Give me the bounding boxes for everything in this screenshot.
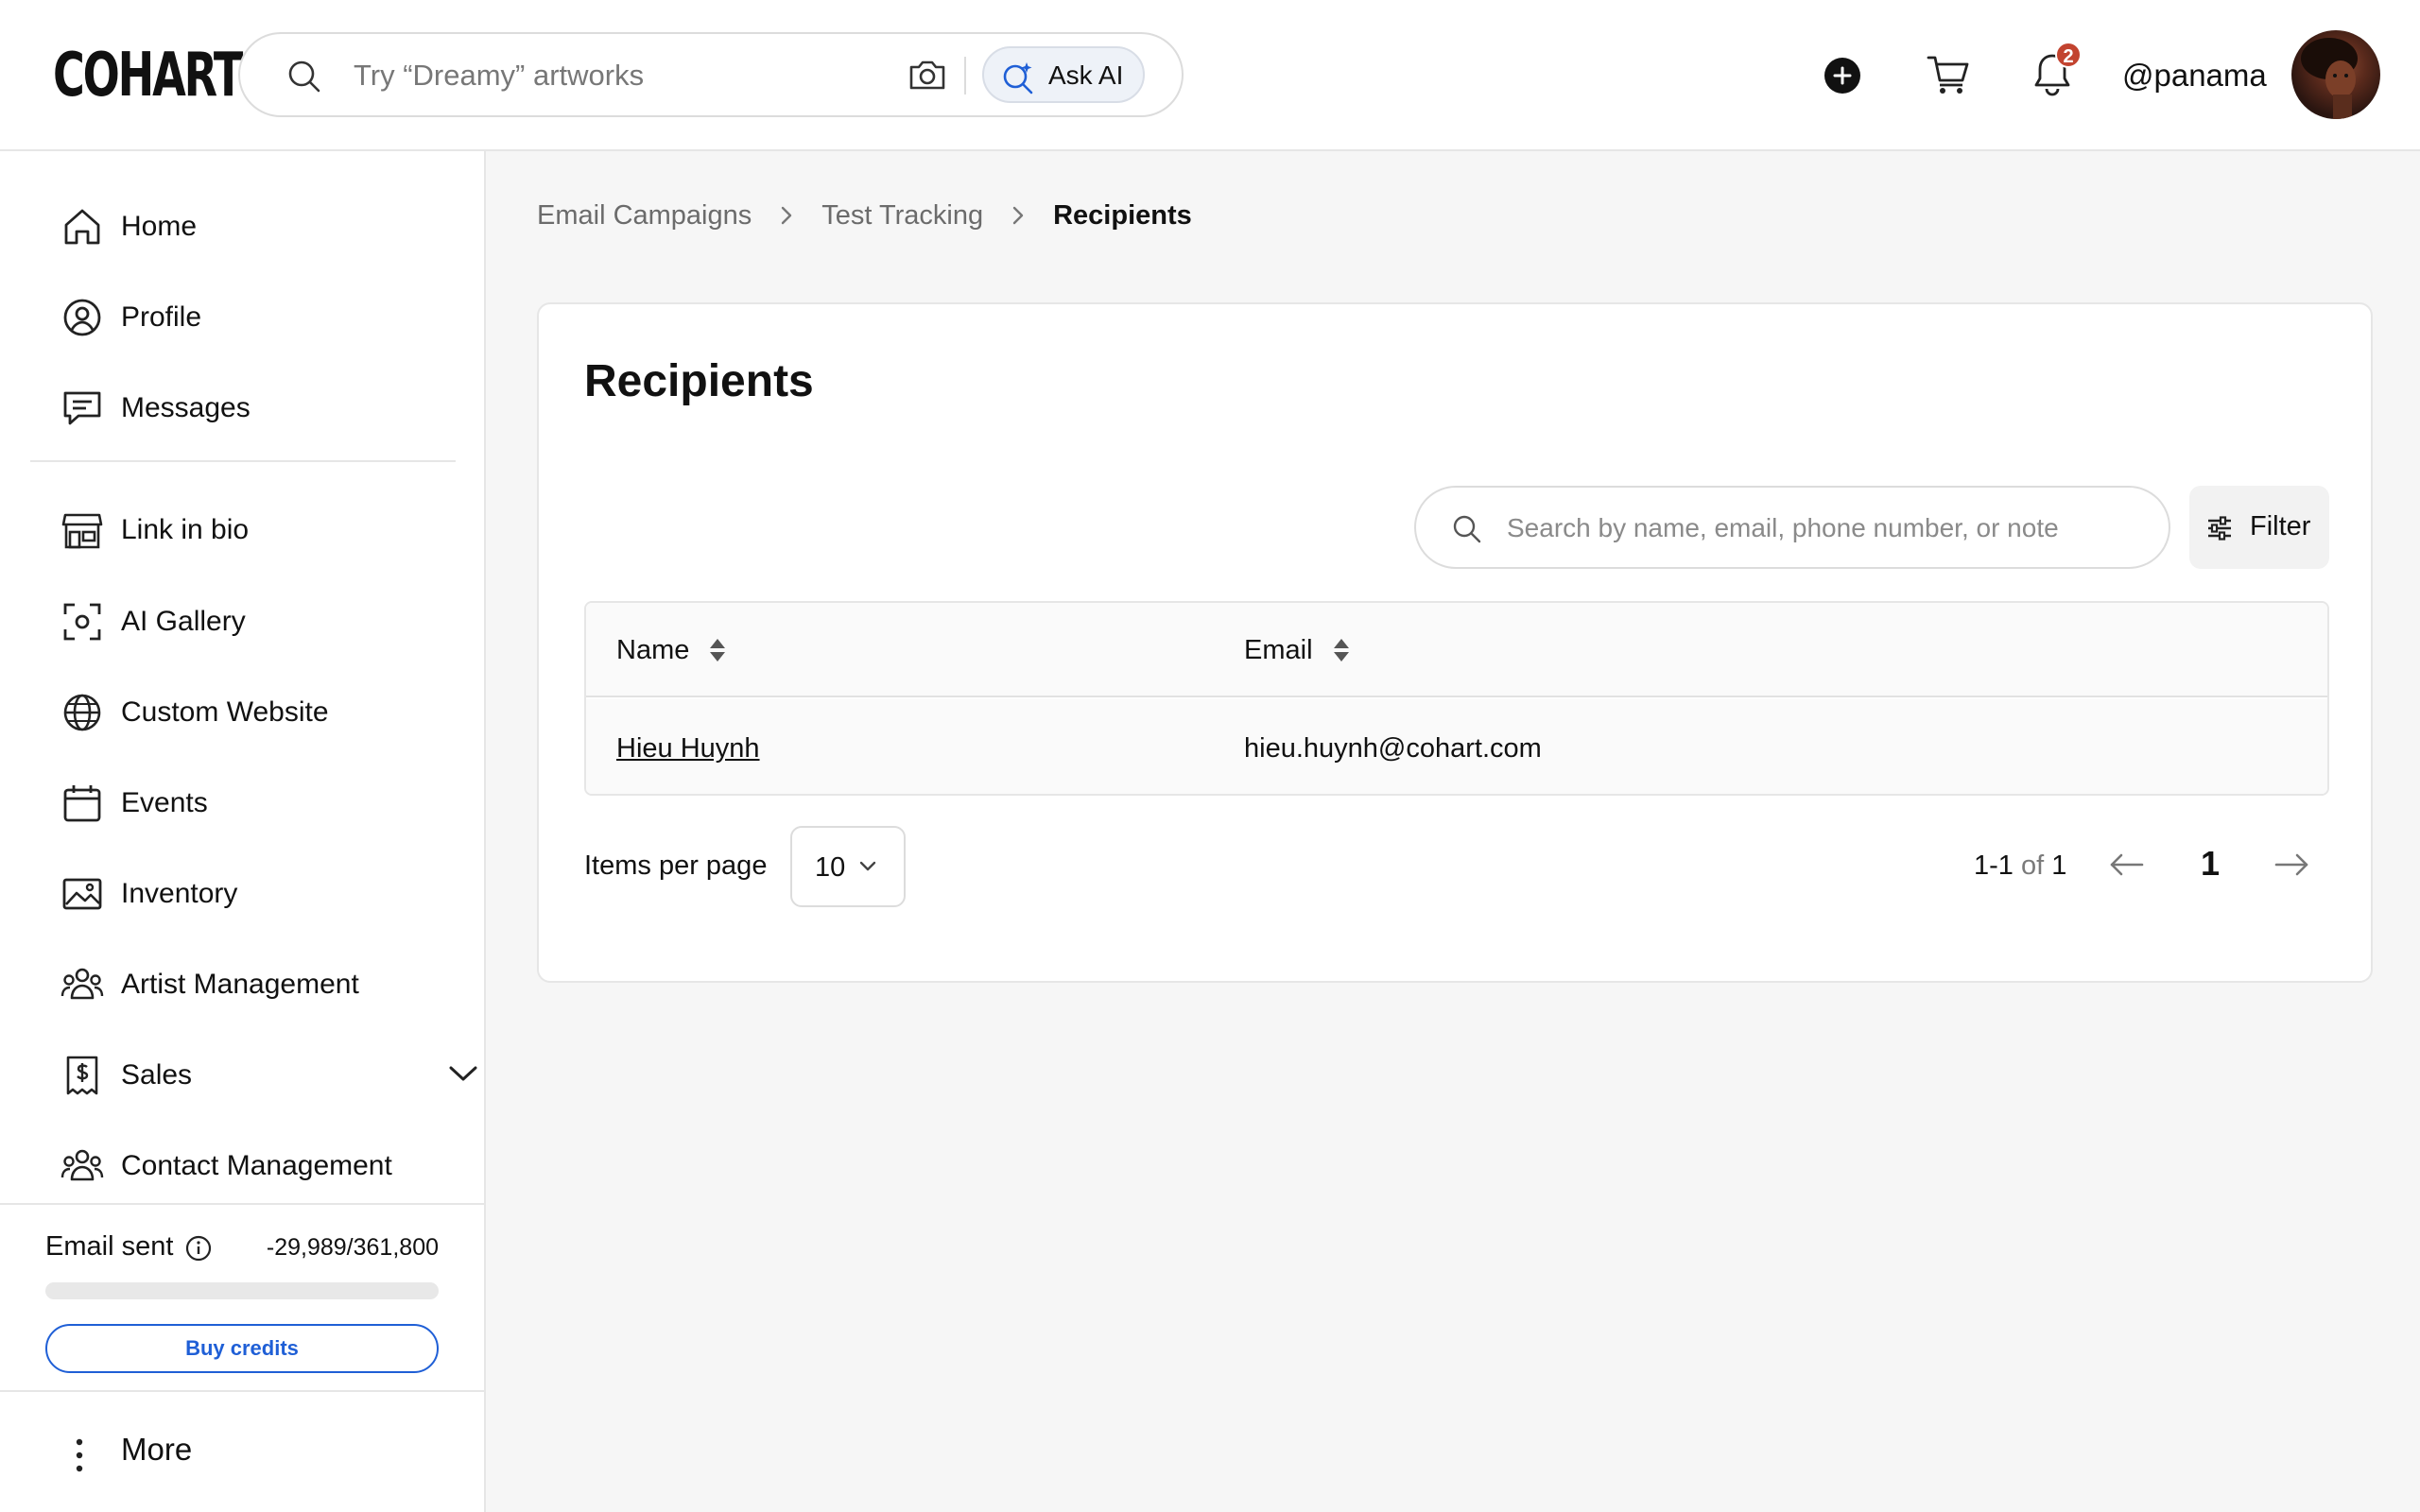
email-sent-value: -29,989/361,800 xyxy=(266,1234,439,1261)
sidebar-item-events[interactable]: Events xyxy=(60,775,458,832)
recipients-table: Name Email Hieu Huynh hieu.huynh@cohart.… xyxy=(584,601,2329,796)
column-header-name[interactable]: Name xyxy=(616,631,727,669)
recipients-card: Recipients Search by name, email, phone … xyxy=(537,302,2373,983)
sidebar-item-label: Sales xyxy=(121,1059,193,1091)
email-sent-label: Email sent xyxy=(45,1231,174,1262)
sidebar-item-contact-management[interactable]: Contact Management xyxy=(60,1138,458,1194)
column-header-label: Email xyxy=(1244,635,1313,665)
sidebar-item-label: AI Gallery xyxy=(121,606,246,637)
sidebar-item-label: Profile xyxy=(121,301,202,333)
email-credits-progress-bar xyxy=(45,1282,439,1299)
sidebar: Home Profile Messages Link in bio AI Gal… xyxy=(0,151,486,1512)
image-icon xyxy=(60,872,104,916)
cart-icon[interactable] xyxy=(1927,54,1970,95)
filter-button[interactable]: Filter xyxy=(2189,486,2329,569)
buy-credits-button[interactable]: Buy credits xyxy=(45,1324,439,1373)
range-start: 1-1 xyxy=(1974,850,2014,881)
globe-icon xyxy=(60,691,104,734)
dollar-receipt-icon xyxy=(60,1054,104,1097)
recipients-search-input[interactable]: Search by name, email, phone number, or … xyxy=(1414,486,2170,569)
arrow-left-icon[interactable] xyxy=(2108,850,2146,879)
column-header-label: Name xyxy=(616,635,690,665)
search-icon xyxy=(287,60,321,94)
ask-ai-button[interactable]: Ask AI xyxy=(982,46,1145,103)
sidebar-item-ai-gallery[interactable]: AI Gallery xyxy=(60,593,458,650)
sidebar-item-label: Artist Management xyxy=(121,969,359,1000)
chevron-right-icon xyxy=(780,205,793,226)
ai-sparkle-search-icon xyxy=(1001,60,1035,94)
chevron-right-icon xyxy=(1011,205,1025,226)
sidebar-item-profile[interactable]: Profile xyxy=(60,289,458,346)
range-total: 1 xyxy=(2051,850,2067,881)
arrow-right-icon[interactable] xyxy=(2273,850,2310,879)
messages-icon xyxy=(60,387,104,430)
create-plus-icon[interactable] xyxy=(1824,57,1861,94)
sidebar-item-label: Home xyxy=(121,211,198,242)
profile-icon xyxy=(60,296,104,339)
chevron-down-icon[interactable] xyxy=(448,1064,478,1083)
sidebar-item-label: Inventory xyxy=(121,878,238,909)
pagination-range: 1-1 of 1 xyxy=(1974,847,2066,885)
page-title: Recipients xyxy=(584,356,814,406)
user-avatar[interactable] xyxy=(2291,30,2380,119)
people-icon xyxy=(60,1144,104,1188)
sidebar-item-messages[interactable]: Messages xyxy=(60,380,458,437)
sidebar-item-inventory[interactable]: Inventory xyxy=(60,866,458,922)
sort-icon[interactable] xyxy=(708,637,727,663)
sidebar-item-label: Contact Management xyxy=(121,1150,392,1181)
cohart-logo[interactable]: COHART xyxy=(53,38,243,113)
items-per-page-label: Items per page xyxy=(584,850,768,881)
chevron-down-icon xyxy=(858,860,877,873)
breadcrumb: Email Campaigns Test Tracking Recipients xyxy=(537,197,1192,234)
breadcrumb-email-campaigns[interactable]: Email Campaigns xyxy=(537,197,752,234)
sidebar-item-label: Link in bio xyxy=(121,514,250,545)
filter-label: Filter xyxy=(2250,511,2311,541)
sidebar-item-custom-website[interactable]: Custom Website xyxy=(60,684,458,741)
scan-icon xyxy=(60,600,104,644)
sidebar-item-sales[interactable]: Sales xyxy=(60,1047,477,1104)
username[interactable]: @panama xyxy=(2122,57,2267,94)
people-icon xyxy=(60,963,104,1006)
recipient-email: hieu.huynh@cohart.com xyxy=(1244,733,1542,764)
sidebar-item-link-in-bio[interactable]: Link in bio xyxy=(60,502,458,558)
table-header: Name Email xyxy=(586,603,2327,697)
sidebar-item-label: Events xyxy=(121,787,208,818)
breadcrumb-test-tracking[interactable]: Test Tracking xyxy=(821,197,983,234)
camera-icon[interactable] xyxy=(908,58,947,92)
range-of: of xyxy=(2020,850,2045,881)
items-per-page-value: 10 xyxy=(815,852,846,883)
top-header: COHART Try “Dreamy” artworks Ask AI 2 @p… xyxy=(0,0,2420,151)
sidebar-divider xyxy=(30,460,456,462)
sliders-icon xyxy=(2206,516,2233,541)
sidebar-item-label: Messages xyxy=(121,392,251,423)
more-vertical-icon xyxy=(74,1436,85,1474)
info-icon[interactable] xyxy=(185,1235,212,1262)
sidebar-item-home[interactable]: Home xyxy=(60,198,458,255)
more-label: More xyxy=(121,1432,193,1467)
sort-icon[interactable] xyxy=(1332,637,1351,663)
search-divider xyxy=(964,57,966,94)
ask-ai-label: Ask AI xyxy=(1048,60,1124,90)
calendar-icon xyxy=(60,782,104,825)
recipient-name-link[interactable]: Hieu Huynh xyxy=(616,730,760,767)
search-icon xyxy=(1452,514,1482,544)
recipients-search-placeholder: Search by name, email, phone number, or … xyxy=(1507,513,2059,542)
global-search-input[interactable]: Try “Dreamy” artworks xyxy=(354,57,644,94)
column-header-email[interactable]: Email xyxy=(1244,631,1351,669)
home-icon xyxy=(60,205,104,249)
sidebar-item-artist-management[interactable]: Artist Management xyxy=(60,956,458,1013)
storefront-icon xyxy=(60,508,104,552)
global-search-bar[interactable]: Try “Dreamy” artworks Ask AI xyxy=(238,32,1184,117)
table-row: Hieu Huynh hieu.huynh@cohart.com xyxy=(586,699,2327,794)
notification-count-badge: 2 xyxy=(2055,42,2082,68)
email-credits-panel: Email sent -29,989/361,800 Buy credits xyxy=(0,1203,484,1392)
breadcrumb-recipients: Recipients xyxy=(1053,200,1192,231)
items-per-page-select[interactable]: 10 xyxy=(790,826,906,907)
sidebar-item-label: Custom Website xyxy=(121,696,329,728)
more-menu[interactable]: More xyxy=(0,1399,484,1512)
current-page-number[interactable]: 1 xyxy=(2201,843,2220,885)
